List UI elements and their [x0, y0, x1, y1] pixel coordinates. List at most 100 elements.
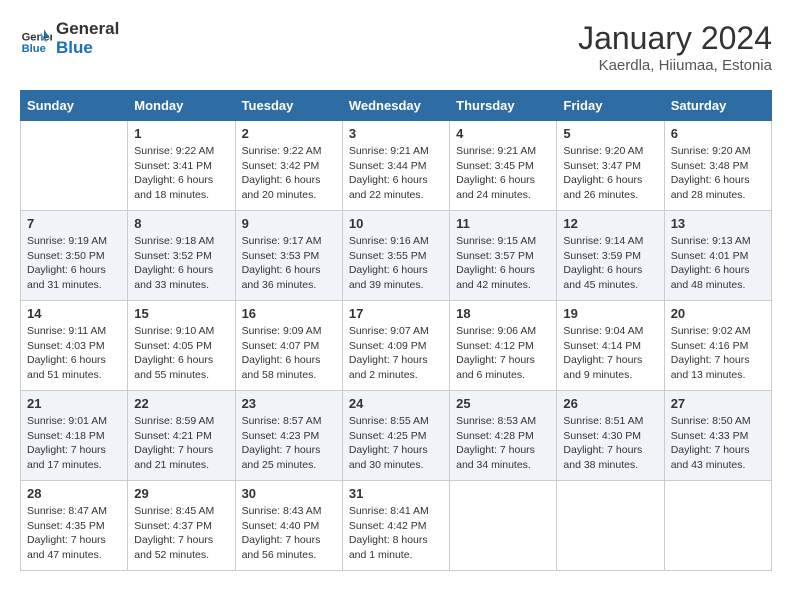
calendar-cell: 17Sunrise: 9:07 AMSunset: 4:09 PMDayligh… [342, 301, 449, 391]
calendar-cell: 30 Sunrise: 8:43 AMSunset: 4:40 PMDayligh… [235, 481, 342, 571]
calendar-cell: 8Sunrise: 9:18 AMSunset: 3:52 PMDaylight… [128, 211, 235, 301]
day-info: Sunrise: 9:20 AMSunset: 3:47 PMDaylight:… [563, 144, 657, 203]
calendar-cell: 28Sunrise: 8:47 AMSunset: 4:35 PMDayligh… [21, 481, 128, 571]
page-header: General Blue General Blue January 2024 K… [20, 20, 772, 74]
calendar-cell: 29 Sunrise: 8:45 AMSunset: 4:37 PMDayligh… [128, 481, 235, 571]
day-info: Sunrise: 9:21 AMSunset: 3:44 PMDaylight:… [349, 144, 443, 203]
day-info: Sunrise: 9:15 AMSunset: 3:57 PMDaylight:… [456, 234, 550, 293]
day-info: Sunrise: 8:53 AMSunset: 4:28 PMDaylight:… [456, 414, 550, 473]
day-number: 6 [671, 126, 765, 141]
calendar-cell: 27 Sunrise: 8:50 AMSunset: 4:33 PMDayligh… [664, 391, 771, 481]
calendar-cell: 26 Sunrise: 8:51 AMSunset: 4:30 PMDayligh… [557, 391, 664, 481]
title-block: January 2024 Kaerdla, Hiiumaa, Estonia [578, 20, 772, 74]
calendar-cell [450, 481, 557, 571]
day-number: 12 [563, 216, 657, 231]
day-info: Sunrise: 8:47 AMSunset: 4:35 PMDaylight:… [27, 504, 121, 563]
day-number: 3 [349, 126, 443, 141]
calendar-week-row: 7 Sunrise: 9:19 AMSunset: 3:50 PMDaylight… [21, 211, 772, 301]
day-info: Sunrise: 9:11 AMSunset: 4:03 PMDaylight:… [27, 324, 121, 383]
day-info: Sunrise: 9:22 AMSunset: 3:41 PMDaylight:… [134, 144, 228, 203]
day-number: 11 [456, 216, 550, 231]
day-info: Sunrise: 8:43 AMSunset: 4:40 PMDaylight:… [242, 504, 336, 563]
calendar-cell: 14 Sunrise: 9:11 AMSunset: 4:03 PMDayligh… [21, 301, 128, 391]
calendar-cell: 16Sunrise: 9:09 AMSunset: 4:07 PMDayligh… [235, 301, 342, 391]
header-saturday: Saturday [664, 91, 771, 121]
calendar-table: SundayMondayTuesdayWednesdayThursdayFrid… [20, 90, 772, 571]
calendar-cell: 20Sunrise: 9:02 AMSunset: 4:16 PMDayligh… [664, 301, 771, 391]
header-wednesday: Wednesday [342, 91, 449, 121]
header-friday: Friday [557, 91, 664, 121]
day-info: Sunrise: 9:10 AMSunset: 4:05 PMDaylight:… [134, 324, 228, 383]
day-number: 26 [563, 396, 657, 411]
header-sunday: Sunday [21, 91, 128, 121]
day-info: Sunrise: 8:45 AMSunset: 4:37 PMDaylight:… [134, 504, 228, 563]
day-number: 2 [242, 126, 336, 141]
logo-icon: General Blue [20, 23, 52, 55]
calendar-header-row: SundayMondayTuesdayWednesdayThursdayFrid… [21, 91, 772, 121]
day-number: 5 [563, 126, 657, 141]
header-monday: Monday [128, 91, 235, 121]
day-info: Sunrise: 9:14 AMSunset: 3:59 PMDaylight:… [563, 234, 657, 293]
calendar-cell: 25 Sunrise: 8:53 AMSunset: 4:28 PMDayligh… [450, 391, 557, 481]
calendar-cell [664, 481, 771, 571]
svg-text:Blue: Blue [22, 42, 46, 54]
calendar-cell: 19Sunrise: 9:04 AMSunset: 4:14 PMDayligh… [557, 301, 664, 391]
day-number: 8 [134, 216, 228, 231]
day-info: Sunrise: 9:06 AMSunset: 4:12 PMDaylight:… [456, 324, 550, 383]
month-year: January 2024 [578, 20, 772, 57]
calendar-cell: 31 Sunrise: 8:41 AMSunset: 4:42 PMDayligh… [342, 481, 449, 571]
calendar-cell: 18 Sunrise: 9:06 AMSunset: 4:12 PMDayligh… [450, 301, 557, 391]
calendar-cell: 9Sunrise: 9:17 AMSunset: 3:53 PMDaylight… [235, 211, 342, 301]
day-number: 19 [563, 306, 657, 321]
calendar-cell: 6 Sunrise: 9:20 AMSunset: 3:48 PMDaylight… [664, 121, 771, 211]
day-info: Sunrise: 8:41 AMSunset: 4:42 PMDaylight:… [349, 504, 443, 563]
calendar-cell: 21 Sunrise: 9:01 AMSunset: 4:18 PMDayligh… [21, 391, 128, 481]
location: Kaerdla, Hiiumaa, Estonia [578, 57, 772, 74]
day-info: Sunrise: 9:02 AMSunset: 4:16 PMDaylight:… [671, 324, 765, 383]
day-number: 31 [349, 486, 443, 501]
day-number: 25 [456, 396, 550, 411]
calendar-cell: 15Sunrise: 9:10 AMSunset: 4:05 PMDayligh… [128, 301, 235, 391]
day-number: 1 [134, 126, 228, 141]
day-number: 21 [27, 396, 121, 411]
day-info: Sunrise: 8:50 AMSunset: 4:33 PMDaylight:… [671, 414, 765, 473]
calendar-cell: 23 Sunrise: 8:57 AMSunset: 4:23 PMDayligh… [235, 391, 342, 481]
calendar-cell: 22Sunrise: 8:59 AMSunset: 4:21 PMDayligh… [128, 391, 235, 481]
day-number: 9 [242, 216, 336, 231]
day-info: Sunrise: 8:51 AMSunset: 4:30 PMDaylight:… [563, 414, 657, 473]
day-number: 27 [671, 396, 765, 411]
calendar-cell: 3 Sunrise: 9:21 AMSunset: 3:44 PMDaylight… [342, 121, 449, 211]
calendar-cell: 7 Sunrise: 9:19 AMSunset: 3:50 PMDaylight… [21, 211, 128, 301]
day-info: Sunrise: 9:16 AMSunset: 3:55 PMDaylight:… [349, 234, 443, 293]
calendar-cell: 13Sunrise: 9:13 AMSunset: 4:01 PMDayligh… [664, 211, 771, 301]
day-number: 13 [671, 216, 765, 231]
calendar-cell: 10 Sunrise: 9:16 AMSunset: 3:55 PMDayligh… [342, 211, 449, 301]
day-number: 10 [349, 216, 443, 231]
day-number: 14 [27, 306, 121, 321]
day-info: Sunrise: 9:19 AMSunset: 3:50 PMDaylight:… [27, 234, 121, 293]
calendar-cell: 5 Sunrise: 9:20 AMSunset: 3:47 PMDaylight… [557, 121, 664, 211]
day-number: 24 [349, 396, 443, 411]
day-number: 4 [456, 126, 550, 141]
calendar-cell [21, 121, 128, 211]
day-number: 23 [242, 396, 336, 411]
day-number: 17 [349, 306, 443, 321]
day-info: Sunrise: 9:20 AMSunset: 3:48 PMDaylight:… [671, 144, 765, 203]
calendar-cell: 1 Sunrise: 9:22 AMSunset: 3:41 PMDaylight… [128, 121, 235, 211]
day-number: 7 [27, 216, 121, 231]
logo-general-text: General [56, 20, 119, 39]
day-info: Sunrise: 9:21 AMSunset: 3:45 PMDaylight:… [456, 144, 550, 203]
calendar-cell: 11 Sunrise: 9:15 AMSunset: 3:57 PMDayligh… [450, 211, 557, 301]
calendar-week-row: 21 Sunrise: 9:01 AMSunset: 4:18 PMDayligh… [21, 391, 772, 481]
calendar-cell: 12 Sunrise: 9:14 AMSunset: 3:59 PMDayligh… [557, 211, 664, 301]
svg-text:General: General [22, 31, 52, 43]
calendar-week-row: 28Sunrise: 8:47 AMSunset: 4:35 PMDayligh… [21, 481, 772, 571]
day-info: Sunrise: 8:55 AMSunset: 4:25 PMDaylight:… [349, 414, 443, 473]
day-info: Sunrise: 8:57 AMSunset: 4:23 PMDaylight:… [242, 414, 336, 473]
day-number: 18 [456, 306, 550, 321]
day-number: 29 [134, 486, 228, 501]
day-info: Sunrise: 9:01 AMSunset: 4:18 PMDaylight:… [27, 414, 121, 473]
day-number: 30 [242, 486, 336, 501]
day-info: Sunrise: 9:09 AMSunset: 4:07 PMDaylight:… [242, 324, 336, 383]
header-thursday: Thursday [450, 91, 557, 121]
